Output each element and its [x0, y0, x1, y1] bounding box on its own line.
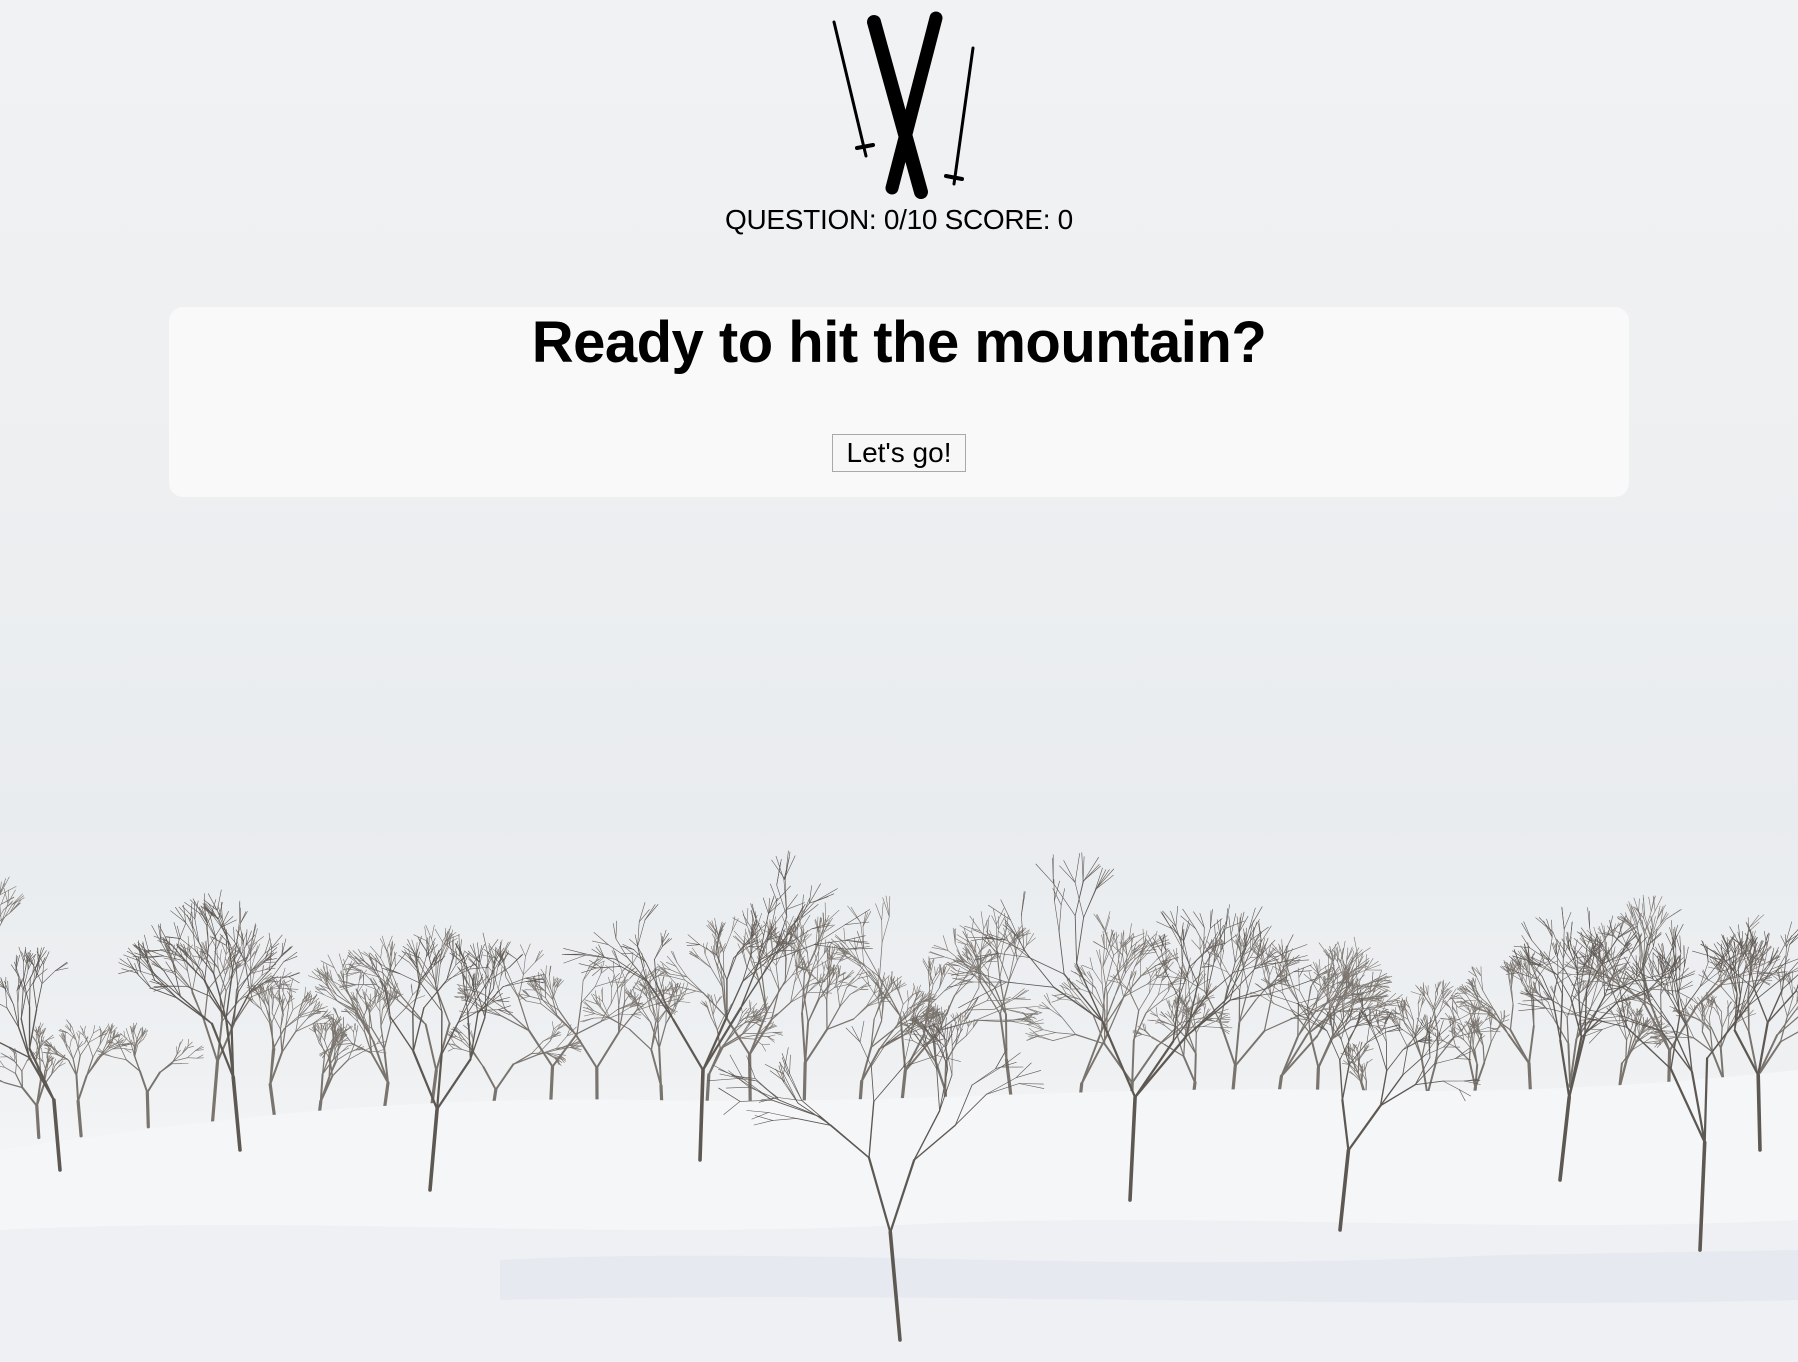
- quiz-status: QUESTION: 0/10 SCORE: 0: [0, 203, 1798, 237]
- score-value: 0: [1057, 204, 1074, 235]
- intro-heading: Ready to hit the mountain?: [531, 310, 1267, 375]
- score-label: SCORE:: [944, 204, 1051, 235]
- intro-card: Ready to hit the mountain? Let's go!: [169, 307, 1629, 497]
- question-counter: 0/10: [883, 204, 938, 235]
- question-label: QUESTION:: [725, 204, 877, 235]
- start-quiz-button[interactable]: Let's go!: [832, 434, 966, 472]
- crossed-skis-and-poles-icon: [832, 11, 975, 199]
